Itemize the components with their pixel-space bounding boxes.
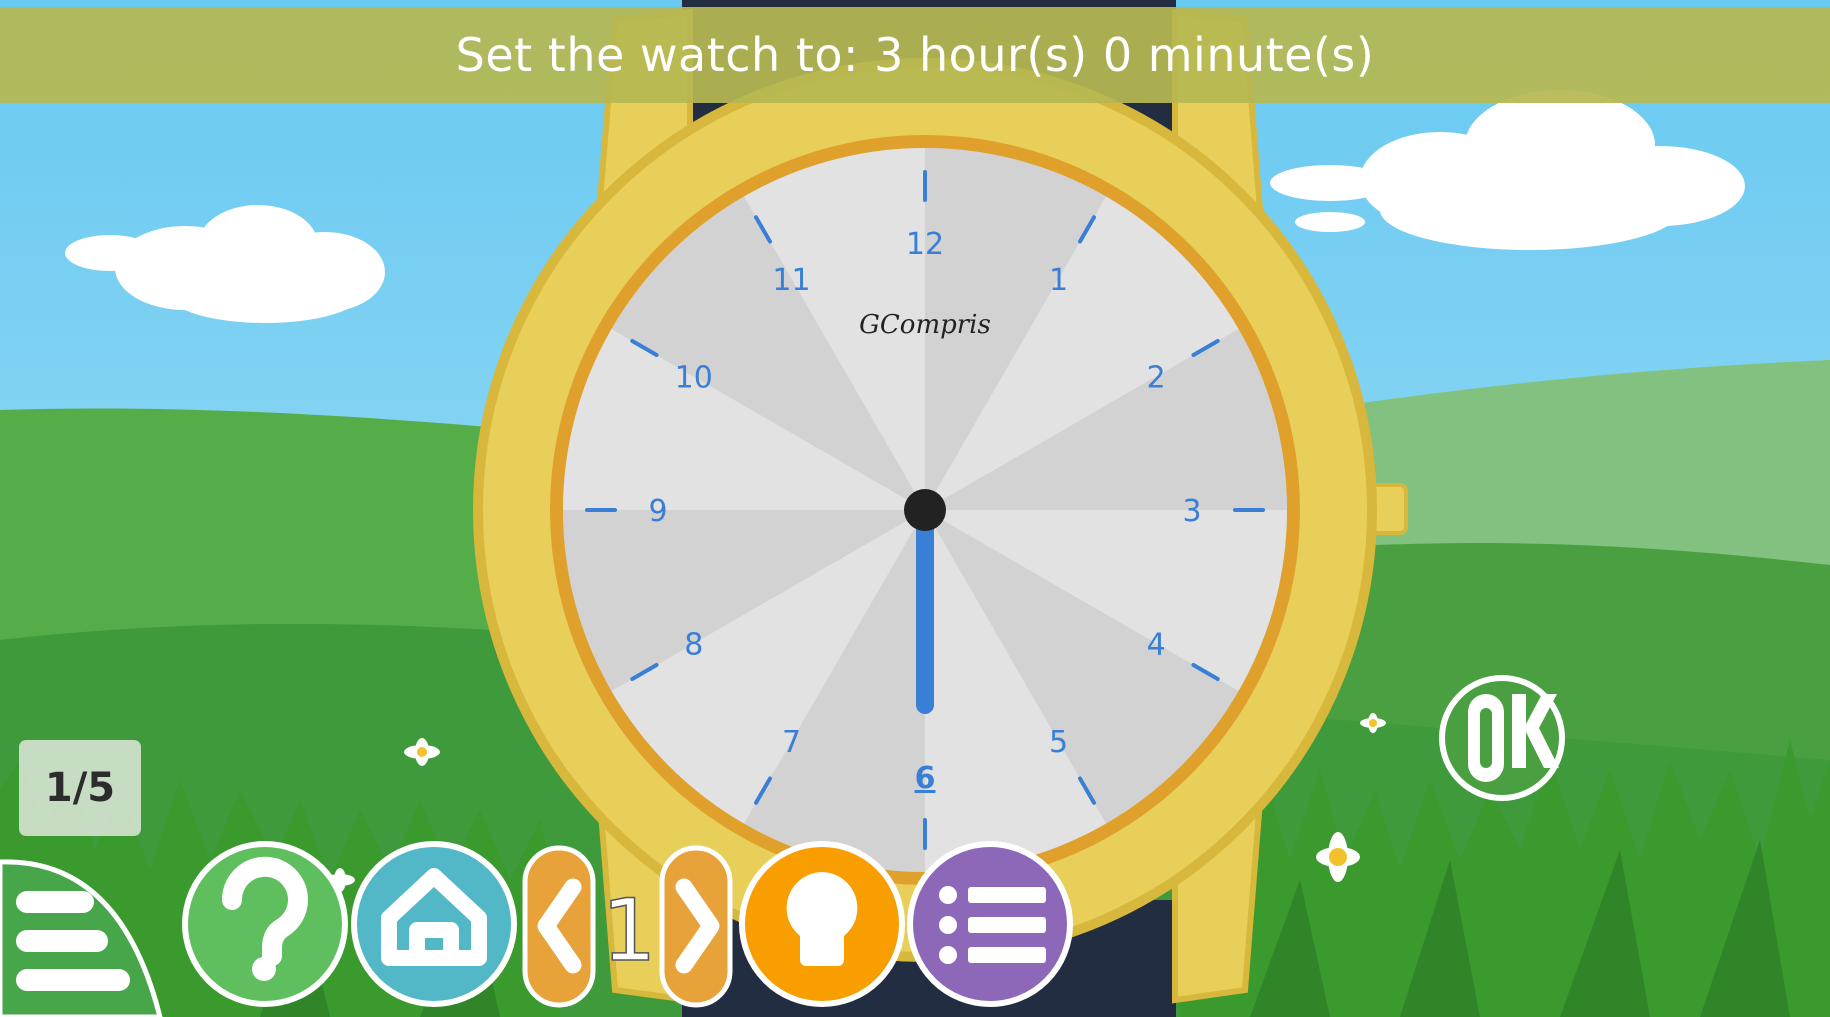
next-level-button[interactable] bbox=[659, 845, 733, 1008]
hour-number-7[interactable]: 7 bbox=[782, 725, 801, 760]
help-button[interactable] bbox=[182, 841, 348, 1007]
hour-number-12[interactable]: 12 bbox=[906, 227, 944, 262]
hour-number-5[interactable]: 5 bbox=[1049, 725, 1068, 760]
activity-menu-icon bbox=[939, 886, 1046, 964]
hand-pivot bbox=[904, 489, 946, 531]
hint-button[interactable] bbox=[739, 841, 905, 1007]
ok-button[interactable] bbox=[1439, 675, 1565, 801]
instruction-text: Set the watch to: 3 hour(s) 0 minute(s) bbox=[455, 28, 1375, 82]
game-scene: 121234567891011 GCompris 1 bbox=[0, 0, 1830, 1017]
hour-number-2[interactable]: 2 bbox=[1147, 361, 1166, 396]
activity-menu-button[interactable] bbox=[907, 841, 1073, 1007]
hour-number-6[interactable]: 6 bbox=[915, 761, 936, 796]
previous-level-button[interactable] bbox=[522, 845, 596, 1008]
hour-number-1[interactable]: 1 bbox=[1049, 263, 1068, 298]
watch-brand: GCompris bbox=[859, 310, 991, 340]
hour-number-11[interactable]: 11 bbox=[772, 263, 810, 298]
level-counter: 1/5 bbox=[19, 740, 141, 836]
level-number: 1 bbox=[602, 881, 657, 981]
hour-number-4[interactable]: 4 bbox=[1147, 628, 1166, 663]
hour-number-3[interactable]: 3 bbox=[1182, 494, 1201, 529]
hour-number-8[interactable]: 8 bbox=[684, 628, 703, 663]
instruction-bar: Set the watch to: 3 hour(s) 0 minute(s) bbox=[0, 7, 1830, 103]
home-button[interactable] bbox=[351, 841, 517, 1007]
hour-number-10[interactable]: 10 bbox=[675, 361, 713, 396]
hour-number-9[interactable]: 9 bbox=[648, 494, 667, 529]
